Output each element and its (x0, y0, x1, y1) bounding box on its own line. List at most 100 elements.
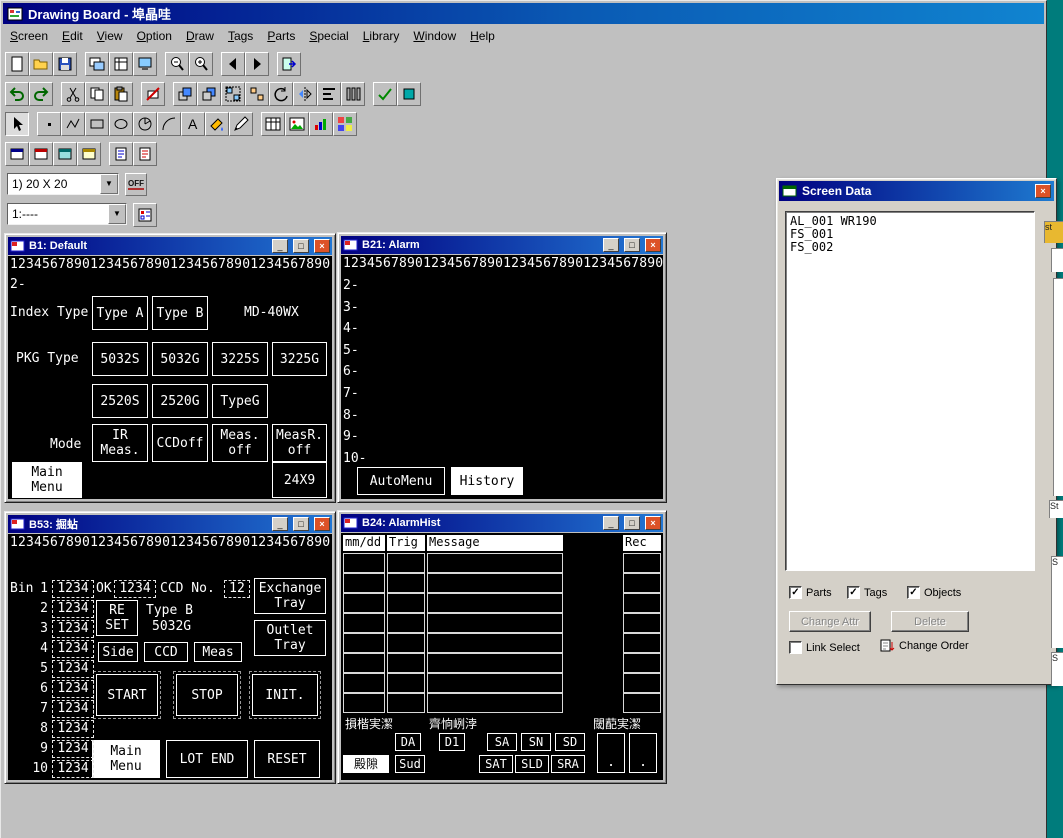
tag-list-button[interactable] (133, 203, 157, 227)
pen-tool-button[interactable] (229, 112, 253, 136)
b24-titlebar[interactable]: B24: AlarmHist _ □ × (341, 514, 663, 532)
project-manager-button[interactable] (109, 52, 133, 76)
history-button[interactable]: History (451, 467, 523, 495)
signal-cell[interactable]: SA (487, 733, 517, 751)
screen-data-list[interactable]: AL_001 WR190FS_001FS_002 (785, 211, 1035, 571)
b21-maximize-button[interactable]: □ (624, 238, 640, 252)
checkbox-objects[interactable]: ✓Objects (907, 586, 961, 599)
pkg-2520g-button[interactable]: 2520G (152, 384, 208, 418)
new-screen-button[interactable] (5, 52, 29, 76)
checkbox-tags[interactable]: ✓Tags (847, 586, 887, 599)
table-part-button[interactable] (261, 112, 285, 136)
previous-screen-button[interactable] (221, 52, 245, 76)
change-order-button[interactable]: Change Order (879, 638, 969, 654)
b21-minimize-button[interactable]: _ (603, 238, 619, 252)
reset-button[interactable]: RESET (254, 740, 320, 778)
open-screen-button[interactable] (29, 52, 53, 76)
signal-cell[interactable]: SAT (479, 755, 513, 773)
paste-button[interactable] (109, 82, 133, 106)
graph-part-button[interactable] (309, 112, 333, 136)
menu-library[interactable]: Library (356, 26, 407, 46)
b24-canvas[interactable]: 損楷実潔 齊恦峢浡 閾蓜実潔 殿隙 mm/ddTrigMessageRecDAD… (341, 533, 663, 780)
signal-cell[interactable]: SN (521, 733, 551, 751)
b21-close-button[interactable]: × (645, 238, 661, 252)
paint-tool-button[interactable] (205, 112, 229, 136)
save-screen-button[interactable] (53, 52, 77, 76)
start-button[interactable]: START (96, 674, 158, 716)
group-objects-button[interactable] (221, 82, 245, 106)
checkbox-parts[interactable]: ✓Parts (789, 586, 832, 599)
screen-data-close-button[interactable]: × (1035, 184, 1051, 198)
main-menu-button[interactable]: Main Menu (92, 740, 160, 778)
b1-canvas[interactable]: 1234567890123456789012345678901234567890… (8, 256, 332, 499)
delete-button[interactable]: Delete (891, 611, 969, 632)
b24-maximize-button[interactable]: □ (624, 516, 640, 530)
menu-edit[interactable]: Edit (55, 26, 90, 46)
screen-data-item[interactable]: FS_002 (790, 241, 1030, 254)
flip-horizontal-button[interactable] (293, 82, 317, 106)
meas-button[interactable]: Meas (194, 642, 242, 662)
grid-size-combo[interactable]: 1) 20 X 20 ▼ (7, 173, 119, 195)
link-select-checkbox[interactable]: Link Select (789, 641, 860, 654)
main-menu-button[interactable]: Main Menu (12, 462, 82, 498)
simulate-button[interactable] (85, 52, 109, 76)
redo-button[interactable] (29, 82, 53, 106)
align-objects-button[interactable] (317, 82, 341, 106)
arc-tool-button[interactable] (157, 112, 181, 136)
rotate-object-button[interactable] (269, 82, 293, 106)
menu-tags[interactable]: Tags (221, 26, 260, 46)
transfer-button[interactable] (277, 52, 301, 76)
b24-close-button[interactable]: × (645, 516, 661, 530)
side-button[interactable]: Side (98, 642, 138, 662)
fill-color-button[interactable] (397, 82, 421, 106)
zoom-out-button[interactable] (165, 52, 189, 76)
screen-data-titlebar[interactable]: Screen Data × (779, 181, 1054, 201)
stop-button[interactable]: STOP (176, 674, 238, 716)
b1-maximize-button[interactable]: □ (293, 239, 309, 253)
menu-window[interactable]: Window (406, 26, 463, 46)
menu-parts[interactable]: Parts (260, 26, 302, 46)
menu-help[interactable]: Help (463, 26, 502, 46)
menu-view[interactable]: View (90, 26, 130, 46)
line-tool-button[interactable] (61, 112, 85, 136)
type-b-button[interactable]: Type B (152, 296, 208, 330)
pkg-typeg-button[interactable]: TypeG (212, 384, 268, 418)
ccd-button[interactable]: CCD (144, 642, 188, 662)
device-monitor-button[interactable] (133, 52, 157, 76)
type-a-button[interactable]: Type A (92, 296, 148, 330)
pkg-5032g-button[interactable]: 5032G (152, 342, 208, 376)
undo-button[interactable] (5, 82, 29, 106)
mark-a-button[interactable] (109, 142, 133, 166)
auto-menu-button[interactable]: AutoMenu (357, 467, 445, 495)
b53-maximize-button[interactable]: □ (293, 517, 309, 531)
library-part-button[interactable] (333, 112, 357, 136)
exchange-tray-button[interactable]: Exchange Tray (254, 578, 326, 614)
text-tool-button[interactable]: A (181, 112, 205, 136)
signal-cell[interactable]: SD (555, 733, 585, 751)
screen-number-combo[interactable]: 1:---- ▼ (7, 203, 127, 225)
video-screens-button[interactable] (53, 142, 77, 166)
lot-end-button[interactable]: LOT END (166, 740, 248, 778)
pkg-5032s-button[interactable]: 5032S (92, 342, 148, 376)
outlet-tray-button[interactable]: Outlet Tray (254, 620, 326, 656)
size-24x9-button[interactable]: 24X9 (272, 462, 327, 498)
copy-button[interactable] (85, 82, 109, 106)
app-titlebar[interactable]: Drawing Board - 埠晶哇 (3, 3, 1044, 24)
b53-canvas[interactable]: 1234567890123456789012345678901234567890… (8, 534, 332, 780)
b1-minimize-button[interactable]: _ (272, 239, 288, 253)
signal-cell[interactable]: SRA (551, 755, 585, 773)
memo-screens-button[interactable] (77, 142, 101, 166)
screen-number-dropdown-icon[interactable]: ▼ (108, 204, 126, 224)
signal-cell[interactable]: Sud (395, 755, 425, 773)
delete-object-button[interactable] (141, 82, 165, 106)
ccdoff-button[interactable]: CCDoff (152, 424, 208, 462)
base-screens-button[interactable] (5, 142, 29, 166)
select-tool-button[interactable] (5, 112, 29, 136)
ir-meas-button[interactable]: IR Meas. (92, 424, 148, 462)
b53-close-button[interactable]: × (314, 517, 330, 531)
footer-cjk-button[interactable]: 殿隙 (343, 755, 389, 773)
init-button[interactable]: INIT. (252, 674, 318, 716)
cut-button[interactable] (61, 82, 85, 106)
re-set-button[interactable]: RE SET (96, 600, 138, 636)
b24-minimize-button[interactable]: _ (603, 516, 619, 530)
